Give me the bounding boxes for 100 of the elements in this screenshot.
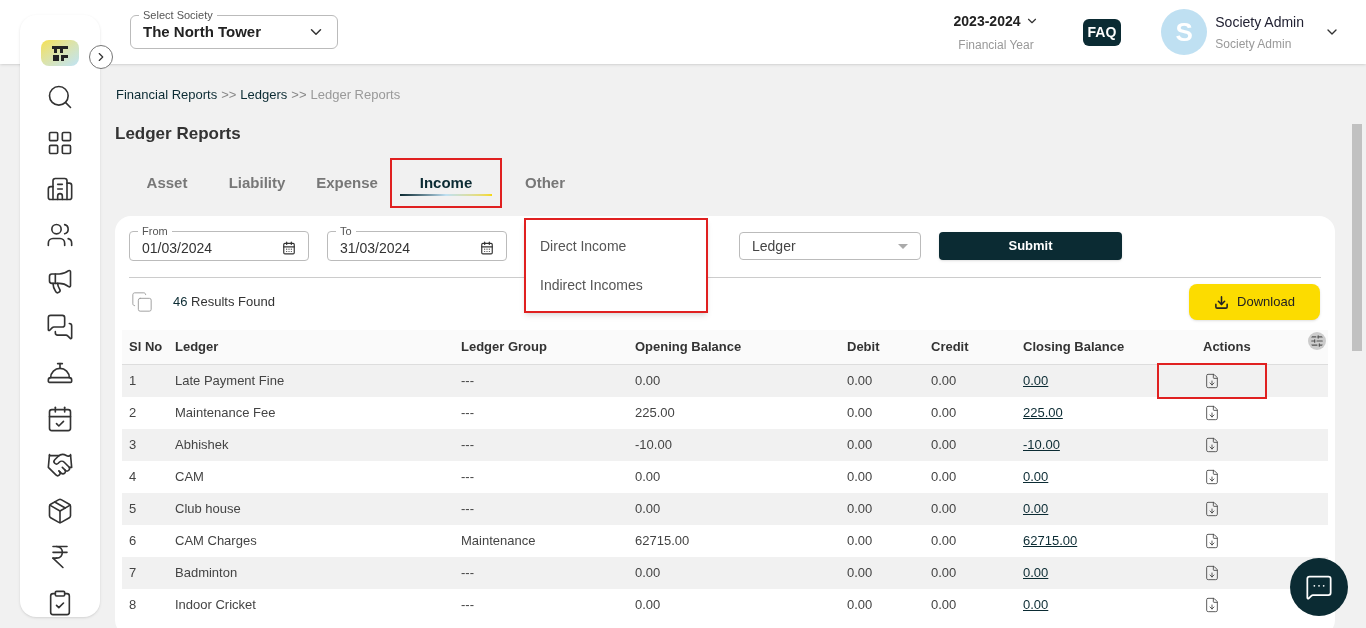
table-cell-text: 2 (129, 404, 138, 423)
closing-balance-link[interactable]: 225.00 (1023, 405, 1063, 421)
table-cell-text: 0.00 (635, 596, 662, 615)
field-label: From (138, 226, 172, 237)
file-download-icon[interactable] (1204, 565, 1220, 581)
building-icon[interactable] (46, 175, 74, 203)
table-cell-text: 0.00 (635, 372, 662, 391)
file-download-icon[interactable] (1204, 437, 1220, 453)
menu-option[interactable]: Direct Income (540, 235, 706, 257)
calendar-icon (480, 240, 494, 255)
table-cell-text: 225.00 (635, 404, 676, 423)
table-cell-text: 6 (129, 532, 138, 551)
people-icon[interactable] (46, 221, 74, 249)
calendar-icon[interactable] (46, 405, 74, 433)
table-cell-text: --- (461, 596, 475, 615)
closing-balance-link[interactable]: 0.00 (1023, 565, 1049, 581)
table-cell-text: Maintenance Fee (175, 404, 277, 423)
society-value: The North Tower (143, 21, 262, 42)
grid-icon[interactable] (46, 129, 74, 157)
year-caption: Financial Year (958, 36, 1034, 54)
table-cell-text: 0.00 (931, 468, 958, 487)
tab[interactable]: Asset (122, 160, 212, 206)
table-cell-text: --- (461, 436, 475, 455)
table-cell-text: --- (461, 468, 475, 487)
closing-balance-link[interactable]: -10.00 (1023, 437, 1060, 453)
breadcrumb-current: Ledger Reports (310, 86, 401, 104)
table-cell-text: 0.00 (847, 468, 874, 487)
logo-icon (41, 40, 79, 66)
closing-balance-link[interactable]: 0.00 (1023, 469, 1049, 485)
table-cell-text: 0.00 (635, 500, 662, 519)
file-download-icon[interactable] (1204, 373, 1220, 389)
table-cell-text: 0.00 (847, 564, 874, 583)
table-cell-text: 1 (129, 372, 138, 391)
table-cell-text: 8 (129, 596, 138, 615)
table-cell-text: 3 (129, 436, 138, 455)
chat-icon[interactable] (46, 313, 74, 341)
table-cell-text: Club house (175, 500, 242, 519)
breadcrumb-link[interactable]: Financial Reports (116, 85, 218, 105)
search-icon[interactable] (46, 83, 74, 111)
tab[interactable]: Other (500, 160, 590, 206)
table-cell-text: 0.00 (635, 564, 662, 583)
page-title: Ledger Reports (115, 123, 241, 145)
column-header: Debit (847, 338, 881, 357)
table-cell-text: 0.00 (931, 404, 958, 423)
tab[interactable]: Liability (212, 160, 302, 206)
table-cell-text: 62715.00 (635, 532, 691, 551)
breadcrumb-separator: >> (221, 86, 237, 104)
submit-button[interactable]: Submit (939, 232, 1122, 260)
table-cell-text: 4 (129, 468, 138, 487)
column-header: Ledger (175, 338, 220, 357)
table-cell-text: Abhishek (175, 436, 230, 455)
table-cell-text: Indoor Cricket (175, 596, 257, 615)
closing-balance-link[interactable]: 0.00 (1023, 501, 1049, 517)
tab[interactable]: Expense (302, 160, 392, 206)
file-download-icon[interactable] (1204, 597, 1220, 613)
user-role: Society Admin (1215, 35, 1293, 53)
breadcrumb-link[interactable]: Ledgers (240, 85, 288, 105)
closing-balance-link[interactable]: 0.00 (1023, 597, 1049, 613)
ledger-select[interactable]: Ledger (739, 232, 921, 260)
handshake-icon[interactable] (46, 451, 74, 479)
date-value: 31/03/2024 (340, 240, 411, 255)
table-cell-text: --- (461, 404, 475, 423)
table-cell-text: --- (461, 564, 475, 583)
box-icon[interactable] (46, 497, 74, 525)
table-cell-text: 0.00 (931, 596, 958, 615)
faq-button[interactable]: FAQ (1082, 18, 1122, 46)
table-cell-text: Maintenance (461, 532, 537, 551)
tab[interactable]: Income (392, 160, 500, 206)
table-cell-text: 0.00 (847, 532, 874, 551)
column-header: Opening Balance (635, 338, 743, 357)
date-value: 01/03/2024 (142, 240, 213, 255)
file-download-icon[interactable] (1204, 533, 1220, 549)
table-cell-text: CAM (175, 468, 205, 487)
column-header: Ledger Group (461, 338, 548, 357)
file-download-icon[interactable] (1204, 405, 1220, 421)
table-cell-text: 0.00 (847, 372, 874, 391)
table-cell-text: 0.00 (847, 436, 874, 455)
calendar-icon (282, 240, 296, 255)
table-cell-text: Badminton (175, 564, 239, 583)
caret-icon (898, 243, 908, 249)
table-cell-text: 5 (129, 500, 138, 519)
chat-icon (1305, 573, 1333, 601)
menu-option[interactable]: Indirect Incomes (540, 274, 706, 296)
download-button[interactable]: Download (1189, 284, 1320, 320)
table-cell-text: 0.00 (931, 532, 958, 551)
table-cell-text: Late Payment Fine (175, 372, 286, 391)
table-cell-text: 0.00 (847, 596, 874, 615)
year-select[interactable]: 2023-2024 (953, 10, 1021, 32)
file-download-icon[interactable] (1204, 469, 1220, 485)
table-cell-text: 7 (129, 564, 138, 583)
table-cell-text: --- (461, 372, 475, 391)
closing-balance-link[interactable]: 0.00 (1023, 373, 1049, 389)
select-placeholder: Ledger (752, 236, 796, 256)
file-download-icon[interactable] (1204, 501, 1220, 517)
table-cell-text: 0.00 (931, 372, 958, 391)
megaphone-icon[interactable] (46, 267, 74, 295)
table-cell-text: 0.00 (847, 404, 874, 423)
results-count: 46 Results Found (173, 293, 275, 312)
column-header: Actions (1203, 338, 1252, 357)
closing-balance-link[interactable]: 62715.00 (1023, 533, 1078, 549)
